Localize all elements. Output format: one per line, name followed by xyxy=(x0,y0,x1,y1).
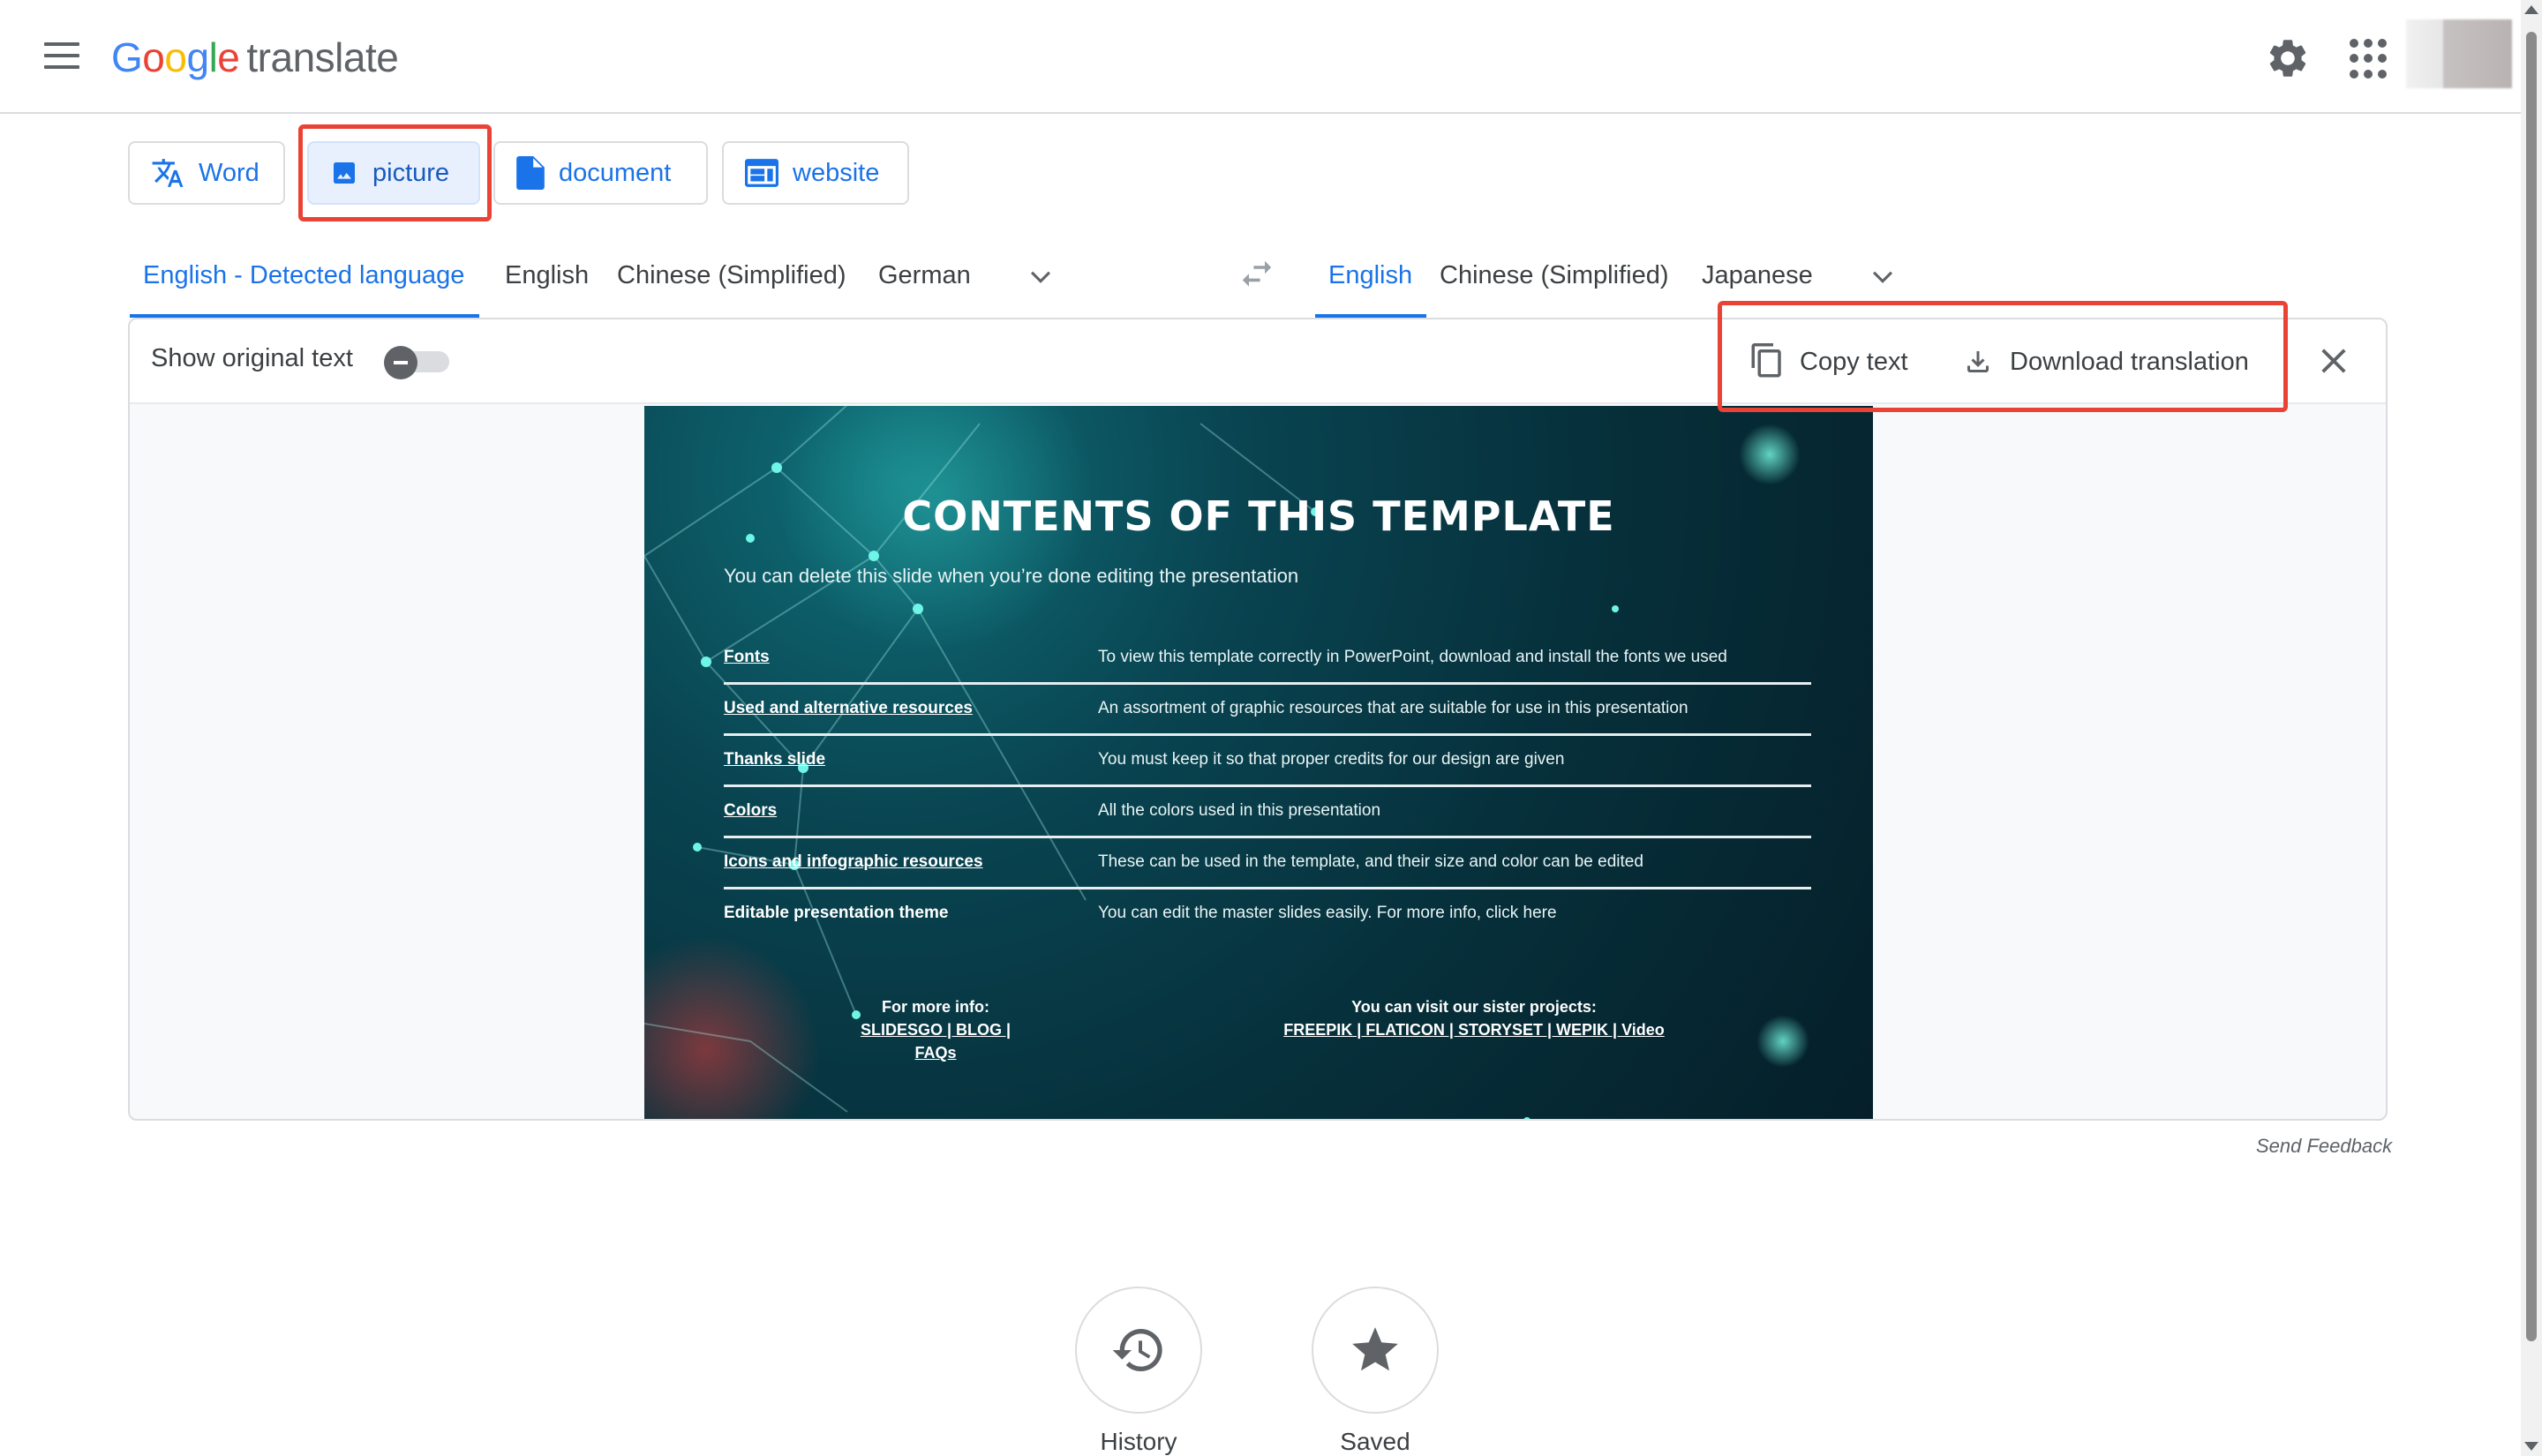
target-lang-english[interactable]: English xyxy=(1315,256,1426,318)
slide-row-desc: To view this template correctly in Power… xyxy=(1098,648,1727,667)
star-icon xyxy=(1348,1323,1403,1377)
logo-brand: Google xyxy=(111,34,239,80)
logo-product: translate xyxy=(246,34,398,80)
slide-row: Colors All the colors used in this prese… xyxy=(724,787,1811,838)
saved-button[interactable] xyxy=(1312,1287,1439,1414)
slide-row: Icons and infographic resources These ca… xyxy=(724,838,1811,889)
tab-word[interactable]: Word xyxy=(128,141,285,205)
swap-languages-icon[interactable] xyxy=(1237,259,1276,291)
slide-row-title: Thanks slide xyxy=(724,750,825,769)
slide-row-title: Used and alternative resources xyxy=(724,699,973,718)
avatar[interactable] xyxy=(2406,19,2512,88)
slide-footer-right: You can visit our sister projects: FREEP… xyxy=(1262,995,1686,1041)
history-icon xyxy=(1110,1322,1167,1378)
slide-row-title: Editable presentation theme xyxy=(724,904,948,923)
close-icon[interactable] xyxy=(2315,342,2352,379)
source-lang-chevron-down-icon[interactable] xyxy=(1026,261,1056,291)
document-icon xyxy=(516,156,545,190)
scrollbar[interactable] xyxy=(2521,0,2542,1456)
highlight-box-picture xyxy=(298,124,492,221)
show-original-label: Show original text xyxy=(151,344,353,373)
slide-footer-right-links: FREEPIK | FLATICON | STORYSET | WEPIK | … xyxy=(1262,1018,1686,1041)
slide-row-desc: These can be used in the template, and t… xyxy=(1098,852,1643,872)
source-lang-german[interactable]: German xyxy=(878,256,971,318)
slide-footer-left-links: SLIDESGO | BLOG | FAQs xyxy=(847,1018,1024,1064)
translated-image: CONTENTS OF THIS TEMPLATE You can delete… xyxy=(644,406,1873,1119)
slide-row-desc: You must keep it so that proper credits … xyxy=(1098,750,1564,769)
source-lang-chinese[interactable]: Chinese (Simplified) xyxy=(617,256,846,318)
history-button[interactable] xyxy=(1075,1287,1202,1414)
target-lang-chevron-down-icon[interactable] xyxy=(1868,261,1898,291)
slide-footer-left: For more info: SLIDESGO | BLOG | FAQs xyxy=(847,995,1024,1064)
slide-row-title: Icons and infographic resources xyxy=(724,852,983,872)
slide-row: Thanks slide You must keep it so that pr… xyxy=(724,736,1811,787)
apps-grid-icon[interactable] xyxy=(2350,39,2390,79)
slide-footer-right-title: You can visit our sister projects: xyxy=(1262,995,1686,1018)
history-label: History xyxy=(1050,1428,1227,1456)
show-original-toggle[interactable] xyxy=(384,346,451,376)
tab-word-label: Word xyxy=(199,159,259,188)
translation-panel: Show original text Copy text Download tr… xyxy=(128,318,2388,1121)
slide-subtitle: You can delete this slide when you’re do… xyxy=(724,565,1298,588)
target-lang-chinese[interactable]: Chinese (Simplified) xyxy=(1440,256,1669,318)
highlight-box-actions xyxy=(1718,301,2288,412)
slide-row-title: Colors xyxy=(724,801,777,821)
source-lang-english[interactable]: English xyxy=(505,256,589,318)
google-translate-logo[interactable]: Googletranslate xyxy=(111,34,398,81)
tab-document[interactable]: document xyxy=(493,141,708,205)
gear-icon[interactable] xyxy=(2265,35,2311,81)
slide-row: Used and alternative resources An assort… xyxy=(724,685,1811,736)
website-icon xyxy=(745,159,778,187)
send-feedback-link[interactable]: Send Feedback xyxy=(2256,1135,2392,1158)
slide-footer-left-title: For more info: xyxy=(847,995,1024,1018)
slide-title: CONTENTS OF THIS TEMPLATE xyxy=(644,492,1873,540)
slide-row: Fonts To view this template correctly in… xyxy=(724,634,1811,685)
saved-label: Saved xyxy=(1287,1428,1463,1456)
tab-document-label: document xyxy=(559,159,671,188)
slide-row: Editable presentation theme You can edit… xyxy=(724,889,1811,941)
menu-icon[interactable] xyxy=(44,42,79,71)
tab-website-label: website xyxy=(793,159,879,188)
tab-website[interactable]: website xyxy=(722,141,909,205)
slide-row-desc: An assortment of graphic resources that … xyxy=(1098,699,1688,718)
scroll-up-arrow-icon[interactable] xyxy=(2524,5,2538,14)
slide-row-desc: All the colors used in this presentation xyxy=(1098,801,1380,821)
slide-row-title: Fonts xyxy=(724,648,770,667)
top-bar: Googletranslate xyxy=(0,0,2521,114)
scroll-thumb[interactable] xyxy=(2526,32,2537,1341)
translate-icon xyxy=(151,156,184,190)
slide-row-desc: You can edit the master slides easily. F… xyxy=(1098,904,1557,923)
scroll-down-arrow-icon[interactable] xyxy=(2524,1442,2538,1451)
source-lang-detected[interactable]: English - Detected language xyxy=(130,256,479,318)
